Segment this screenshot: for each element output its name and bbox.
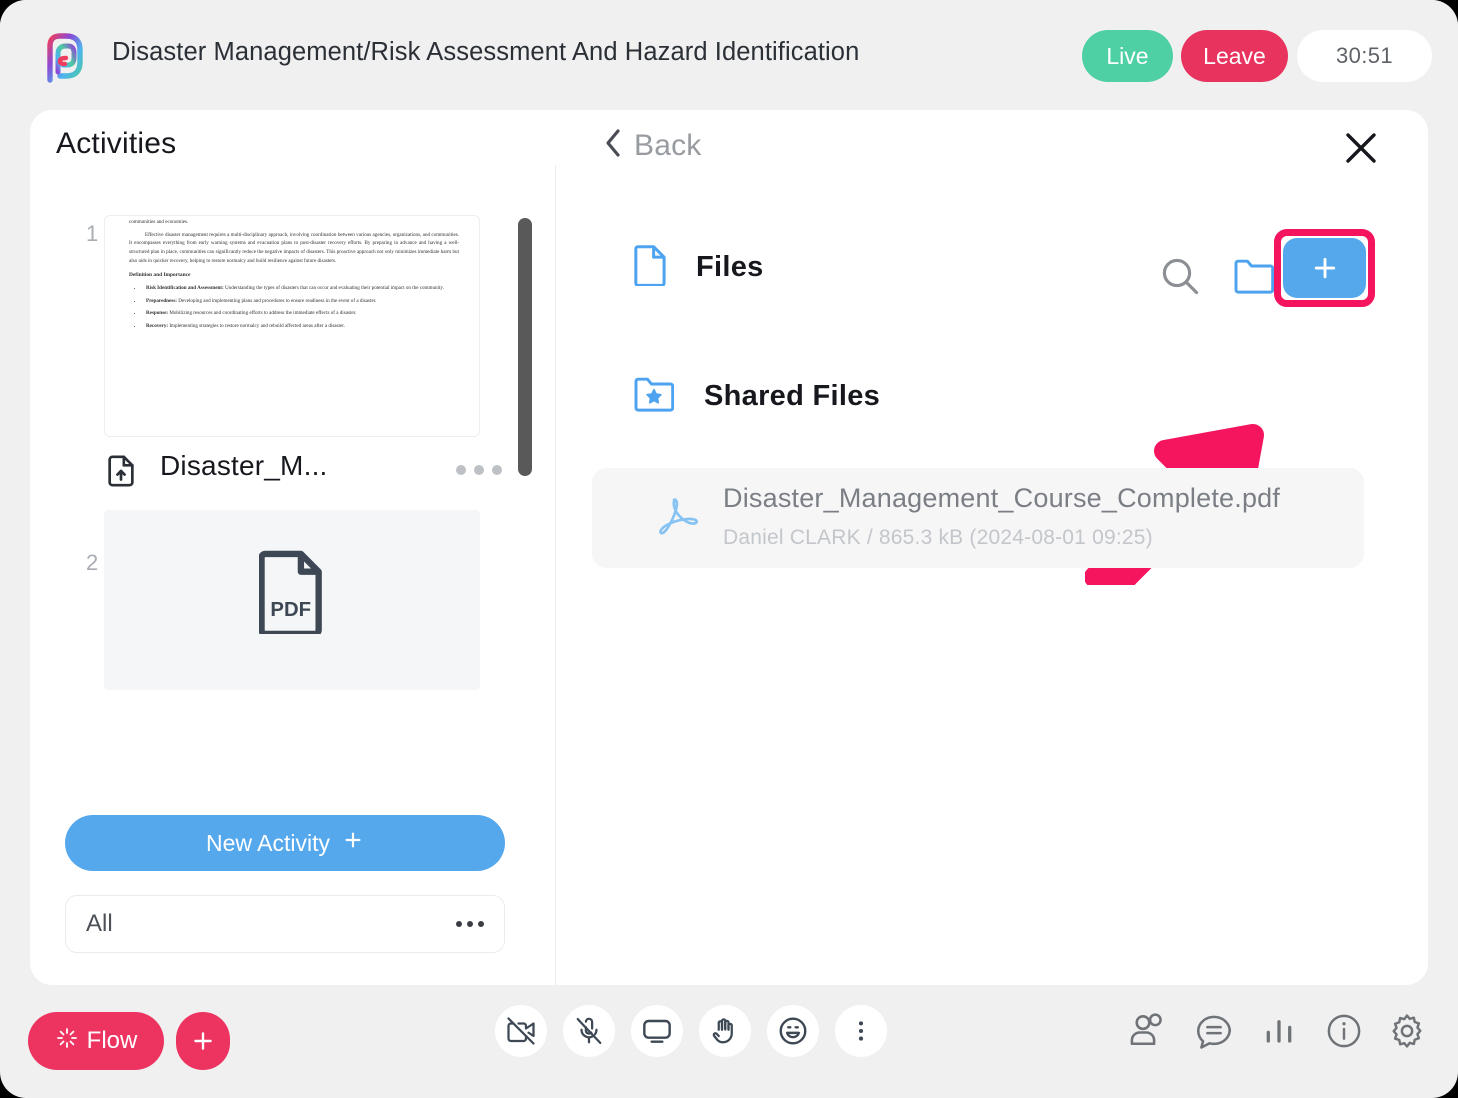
- page-title: Disaster Management/Risk Assessment And …: [112, 38, 860, 66]
- doc-bullet: Response: Mobilizing resources and coord…: [143, 309, 459, 318]
- top-bar: Disaster Management/Risk Assessment And …: [0, 0, 1458, 110]
- pdf-acrobat-icon: [658, 496, 700, 549]
- settings-icon[interactable]: [1383, 1007, 1431, 1055]
- activity-thumbnail-pdf[interactable]: PDF: [104, 510, 480, 690]
- filter-label: All: [86, 910, 113, 937]
- files-label: Files: [696, 251, 764, 283]
- doc-paragraph-2: Effective disaster management requires a…: [129, 231, 459, 264]
- panel-divider: [555, 165, 556, 985]
- shared-files-label: Shared Files: [704, 380, 881, 412]
- participants-icon[interactable]: [1125, 1007, 1173, 1055]
- activity-number: 1: [86, 221, 99, 246]
- bottom-toolbar: Flow: [0, 985, 1458, 1098]
- activity-item-1[interactable]: Disaster_M...: [104, 450, 514, 495]
- doc-heading: Definition and Importance: [129, 271, 191, 278]
- reactions-icon[interactable]: [767, 1005, 819, 1057]
- back-label: Back: [634, 128, 702, 162]
- scrollbar-thumb[interactable]: [518, 218, 532, 476]
- activities-heading: Activities: [56, 127, 177, 160]
- polls-icon[interactable]: [1255, 1007, 1303, 1055]
- camera-off-icon[interactable]: [495, 1005, 547, 1057]
- new-activity-button[interactable]: New Activity: [65, 815, 505, 871]
- doc-paragraph-1: arise. The importance of disaster manage…: [129, 218, 189, 225]
- chat-icon[interactable]: [1190, 1007, 1238, 1055]
- activity-label: Disaster_M...: [160, 450, 328, 481]
- back-button[interactable]: Back: [603, 127, 702, 164]
- pleex-spiral-logo-icon: [30, 30, 86, 86]
- info-icon[interactable]: [1320, 1007, 1368, 1055]
- file-metadata: Daniel CLARK / 865.3 kB (2024-08-01 09:2…: [723, 526, 1153, 549]
- add-file-button[interactable]: [1283, 238, 1366, 298]
- app-window: Disaster Management/Risk Assessment And …: [0, 0, 1458, 1098]
- file-icon: [634, 244, 668, 291]
- shared-folder-star-icon: [634, 376, 675, 417]
- shared-files-item[interactable]: Shared Files: [634, 376, 880, 417]
- document-upload-icon: [104, 455, 138, 493]
- files-breadcrumb[interactable]: Files: [634, 244, 764, 291]
- activity-options-button[interactable]: [456, 465, 502, 475]
- close-icon[interactable]: [1338, 125, 1384, 171]
- activities-scrollbar[interactable]: [518, 210, 532, 780]
- doc-bullet: Recovery: Implementing strategies to res…: [143, 322, 459, 331]
- new-folder-icon[interactable]: [1234, 258, 1275, 299]
- plus-icon: [342, 829, 364, 857]
- file-list-item[interactable]: Disaster_Management_Course_Complete.pdf …: [592, 468, 1364, 568]
- activity-number: 2: [86, 550, 99, 575]
- activities-list: 1 arise. The importance of disaster mana…: [30, 205, 542, 785]
- doc-bullet: Preparedness: Developing and implementin…: [143, 297, 459, 306]
- flow-label: Flow: [86, 1027, 138, 1054]
- new-activity-label: New Activity: [206, 829, 330, 856]
- activity-thumbnail-document[interactable]: arise. The importance of disaster manage…: [104, 215, 480, 437]
- live-status-badge: Live: [1082, 30, 1173, 82]
- screen-share-icon[interactable]: [631, 1005, 683, 1057]
- add-button[interactable]: [176, 1012, 230, 1070]
- search-icon[interactable]: [1159, 255, 1201, 302]
- doc-bullet: Risk Identification and Assessment: Unde…: [143, 284, 459, 293]
- file-name: Disaster_Management_Course_Complete.pdf: [723, 483, 1281, 513]
- session-timer: 30:51: [1297, 30, 1432, 82]
- chevron-left-icon: [603, 127, 623, 164]
- main-card: Activities 1 arise. The importance of di…: [30, 110, 1428, 985]
- doc-bullet-list: Risk Identification and Assessment: Unde…: [143, 284, 459, 331]
- sparkle-icon: [55, 1026, 79, 1057]
- mic-off-icon[interactable]: [563, 1005, 615, 1057]
- leave-button[interactable]: Leave: [1181, 30, 1288, 82]
- document-preview-text: arise. The importance of disaster manage…: [129, 216, 459, 335]
- flow-button[interactable]: Flow: [28, 1012, 164, 1070]
- activity-filter-dropdown[interactable]: All: [65, 895, 505, 953]
- pdf-file-icon: PDF: [258, 550, 325, 639]
- filter-options-button[interactable]: [456, 921, 484, 927]
- svg-text:PDF: PDF: [270, 599, 311, 621]
- raise-hand-icon[interactable]: [699, 1005, 751, 1057]
- more-options-icon[interactable]: [835, 1005, 887, 1057]
